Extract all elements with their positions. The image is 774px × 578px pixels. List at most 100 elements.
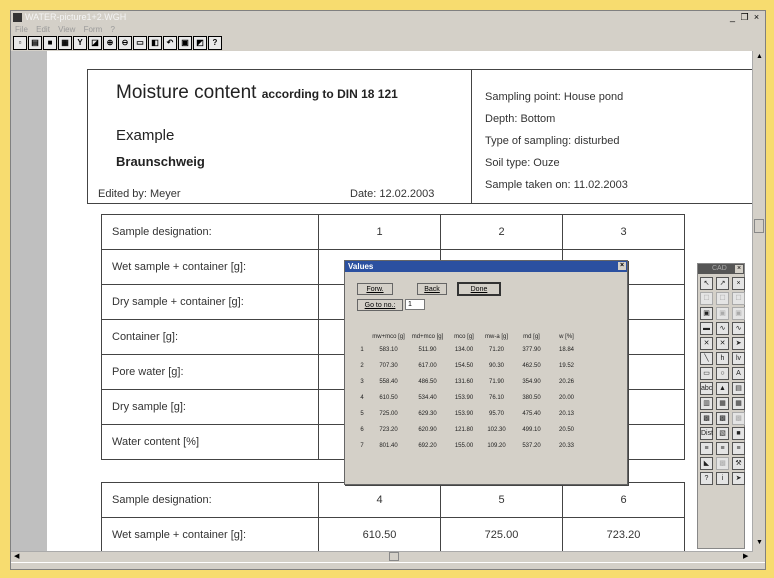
table-cell[interactable]: 2	[440, 214, 563, 250]
table-icon[interactable]: ▤	[732, 382, 745, 395]
curve-icon[interactable]: ∿	[732, 322, 745, 335]
paste-icon[interactable]: ☐	[732, 292, 745, 305]
text-icon[interactable]: A	[732, 367, 745, 380]
save-icon[interactable]: ■	[43, 36, 57, 50]
paste-icon[interactable]: ◩	[193, 36, 207, 50]
zoom-in-icon[interactable]: ⊕	[103, 36, 117, 50]
cross-icon[interactable]: ✕	[700, 337, 713, 350]
distance-icon[interactable]: Dist	[700, 427, 713, 440]
values-row[interactable]: 2 707.30 617.00 154.50 90.30 462.50 19.52	[355, 358, 582, 374]
table-cell[interactable]: 3	[562, 214, 685, 250]
scroll-down-icon[interactable]: ▼	[756, 539, 763, 546]
image-icon[interactable]: ▩	[700, 412, 713, 425]
table-cell[interactable]: 5	[440, 482, 563, 518]
scroll-right-icon[interactable]: ▶	[743, 552, 748, 560]
help-icon[interactable]: ?	[700, 472, 713, 485]
delete-icon[interactable]: ×	[732, 277, 745, 290]
cell: 20.50	[558, 427, 574, 433]
undo-icon[interactable]: ↶	[163, 36, 177, 50]
vertical-scrollbar[interactable]: ▲ ▼	[752, 51, 765, 551]
maximize-button[interactable]: ❐	[739, 12, 750, 22]
label-icon[interactable]: abc	[700, 382, 713, 395]
table-cell[interactable]: 610.50	[318, 517, 441, 553]
page-icon[interactable]: ◧	[148, 36, 162, 50]
close-button[interactable]: ×	[751, 12, 762, 22]
forward-button[interactable]: Forw.	[357, 283, 393, 295]
open-icon[interactable]: ▤	[28, 36, 42, 50]
grid-icon[interactable]: ▦	[716, 397, 729, 410]
pattern-icon[interactable]: ▩	[716, 457, 729, 470]
polyline-icon[interactable]: ∿	[716, 322, 729, 335]
values-row[interactable]: 4 610.50 534.40 153.90 76.10 380.50 20.00	[355, 390, 582, 406]
minimize-button[interactable]: _	[727, 12, 738, 22]
info-icon[interactable]: i	[716, 472, 729, 485]
level-icon[interactable]: lv	[732, 352, 745, 365]
horizontal-scrollbar[interactable]: ◀ ▶	[11, 551, 753, 562]
arrow-icon[interactable]: ➤	[732, 337, 745, 350]
folder-icon[interactable]: ▧	[716, 427, 729, 440]
frame-icon[interactable]: ▭	[133, 36, 147, 50]
line-style-icon[interactable]: ≡	[700, 442, 713, 455]
horizontal-scroll-thumb[interactable]	[389, 552, 399, 561]
app-icon	[13, 13, 22, 22]
cell: 511.90	[418, 347, 437, 353]
table-cell[interactable]: 4	[318, 482, 441, 518]
copy-icon[interactable]: ▣	[178, 36, 192, 50]
table-cell[interactable]: 725.00	[440, 517, 563, 553]
cut-icon[interactable]: ☐	[700, 292, 713, 305]
values-row[interactable]: 1 583.10 511.90 134.00 71.20 377.90 18.84	[355, 342, 582, 358]
table-cell[interactable]: 723.20	[562, 517, 685, 553]
palette-close-button[interactable]: ×	[735, 265, 743, 273]
values-row[interactable]: 6 723.20 620.90 121.80 102.30 499.10 20.50	[355, 422, 582, 438]
chart-icon[interactable]: ▲	[716, 382, 729, 395]
rectangle-icon[interactable]: ▭	[700, 367, 713, 380]
matrix-icon[interactable]: ▦	[732, 397, 745, 410]
cross-red-icon[interactable]: ✕	[716, 337, 729, 350]
arrange-icon[interactable]: ▣	[732, 307, 745, 320]
done-button[interactable]: Done	[457, 282, 501, 296]
values-row[interactable]: 7 801.40 692.20 155.00 109.20 537.20 20.33	[355, 438, 582, 454]
filter-icon[interactable]: Y	[73, 36, 87, 50]
hatch-icon[interactable]: ▩	[732, 412, 745, 425]
city-label: Braunschweig	[116, 154, 205, 169]
frame-icon[interactable]: ▩	[716, 412, 729, 425]
table-cell[interactable]: 6	[562, 482, 685, 518]
tools-icon[interactable]: ⚒	[732, 457, 745, 470]
menu-view[interactable]: View	[58, 25, 75, 34]
cell: 76.10	[488, 395, 504, 401]
zoom-out-icon[interactable]: ⊖	[118, 36, 132, 50]
pen-icon[interactable]: ◣	[700, 457, 713, 470]
goto-number-input[interactable]: 1	[405, 299, 425, 310]
dialog-close-button[interactable]: ×	[618, 262, 626, 270]
print-icon[interactable]: ▦	[58, 36, 72, 50]
select-point-icon[interactable]: ↗	[716, 277, 729, 290]
save-icon[interactable]: ■	[732, 427, 745, 440]
fill-icon[interactable]: ▬	[700, 322, 713, 335]
scroll-up-icon[interactable]: ▲	[756, 53, 763, 60]
scroll-left-icon[interactable]: ◀	[14, 552, 19, 560]
help-icon[interactable]: ?	[208, 36, 222, 50]
menu-help[interactable]: ?	[111, 25, 115, 34]
goto-button[interactable]: Go to no.:	[357, 299, 403, 311]
circle-icon[interactable]: ○	[716, 367, 729, 380]
table-cell[interactable]: 1	[318, 214, 441, 250]
menu-form[interactable]: Form	[84, 25, 103, 34]
values-row[interactable]: 3 558.40 486.50 131.60 71.90 354.90 20.26	[355, 374, 582, 390]
line-icon[interactable]: ╲	[700, 352, 713, 365]
values-row[interactable]: 5 725.00 629.30 153.90 95.70 475.40 20.13	[355, 406, 582, 422]
new-icon[interactable]: ▫	[13, 36, 27, 50]
line-type-icon[interactable]: ≡	[732, 442, 745, 455]
ungroup-icon[interactable]: ▣	[716, 307, 729, 320]
menu-file[interactable]: File	[15, 25, 28, 34]
menu-edit[interactable]: Edit	[36, 25, 50, 34]
copy-icon[interactable]: ☐	[716, 292, 729, 305]
height-icon[interactable]: h	[716, 352, 729, 365]
insert-icon[interactable]: ◪	[88, 36, 102, 50]
back-button[interactable]: Back	[417, 283, 447, 295]
group-icon[interactable]: ▣	[700, 307, 713, 320]
column-icon[interactable]: ▥	[700, 397, 713, 410]
vertical-scroll-thumb[interactable]	[754, 219, 764, 233]
select-arrow-icon[interactable]: ↖	[700, 277, 713, 290]
pointer-icon[interactable]: ➤	[732, 472, 745, 485]
line-width-icon[interactable]: ≡	[716, 442, 729, 455]
